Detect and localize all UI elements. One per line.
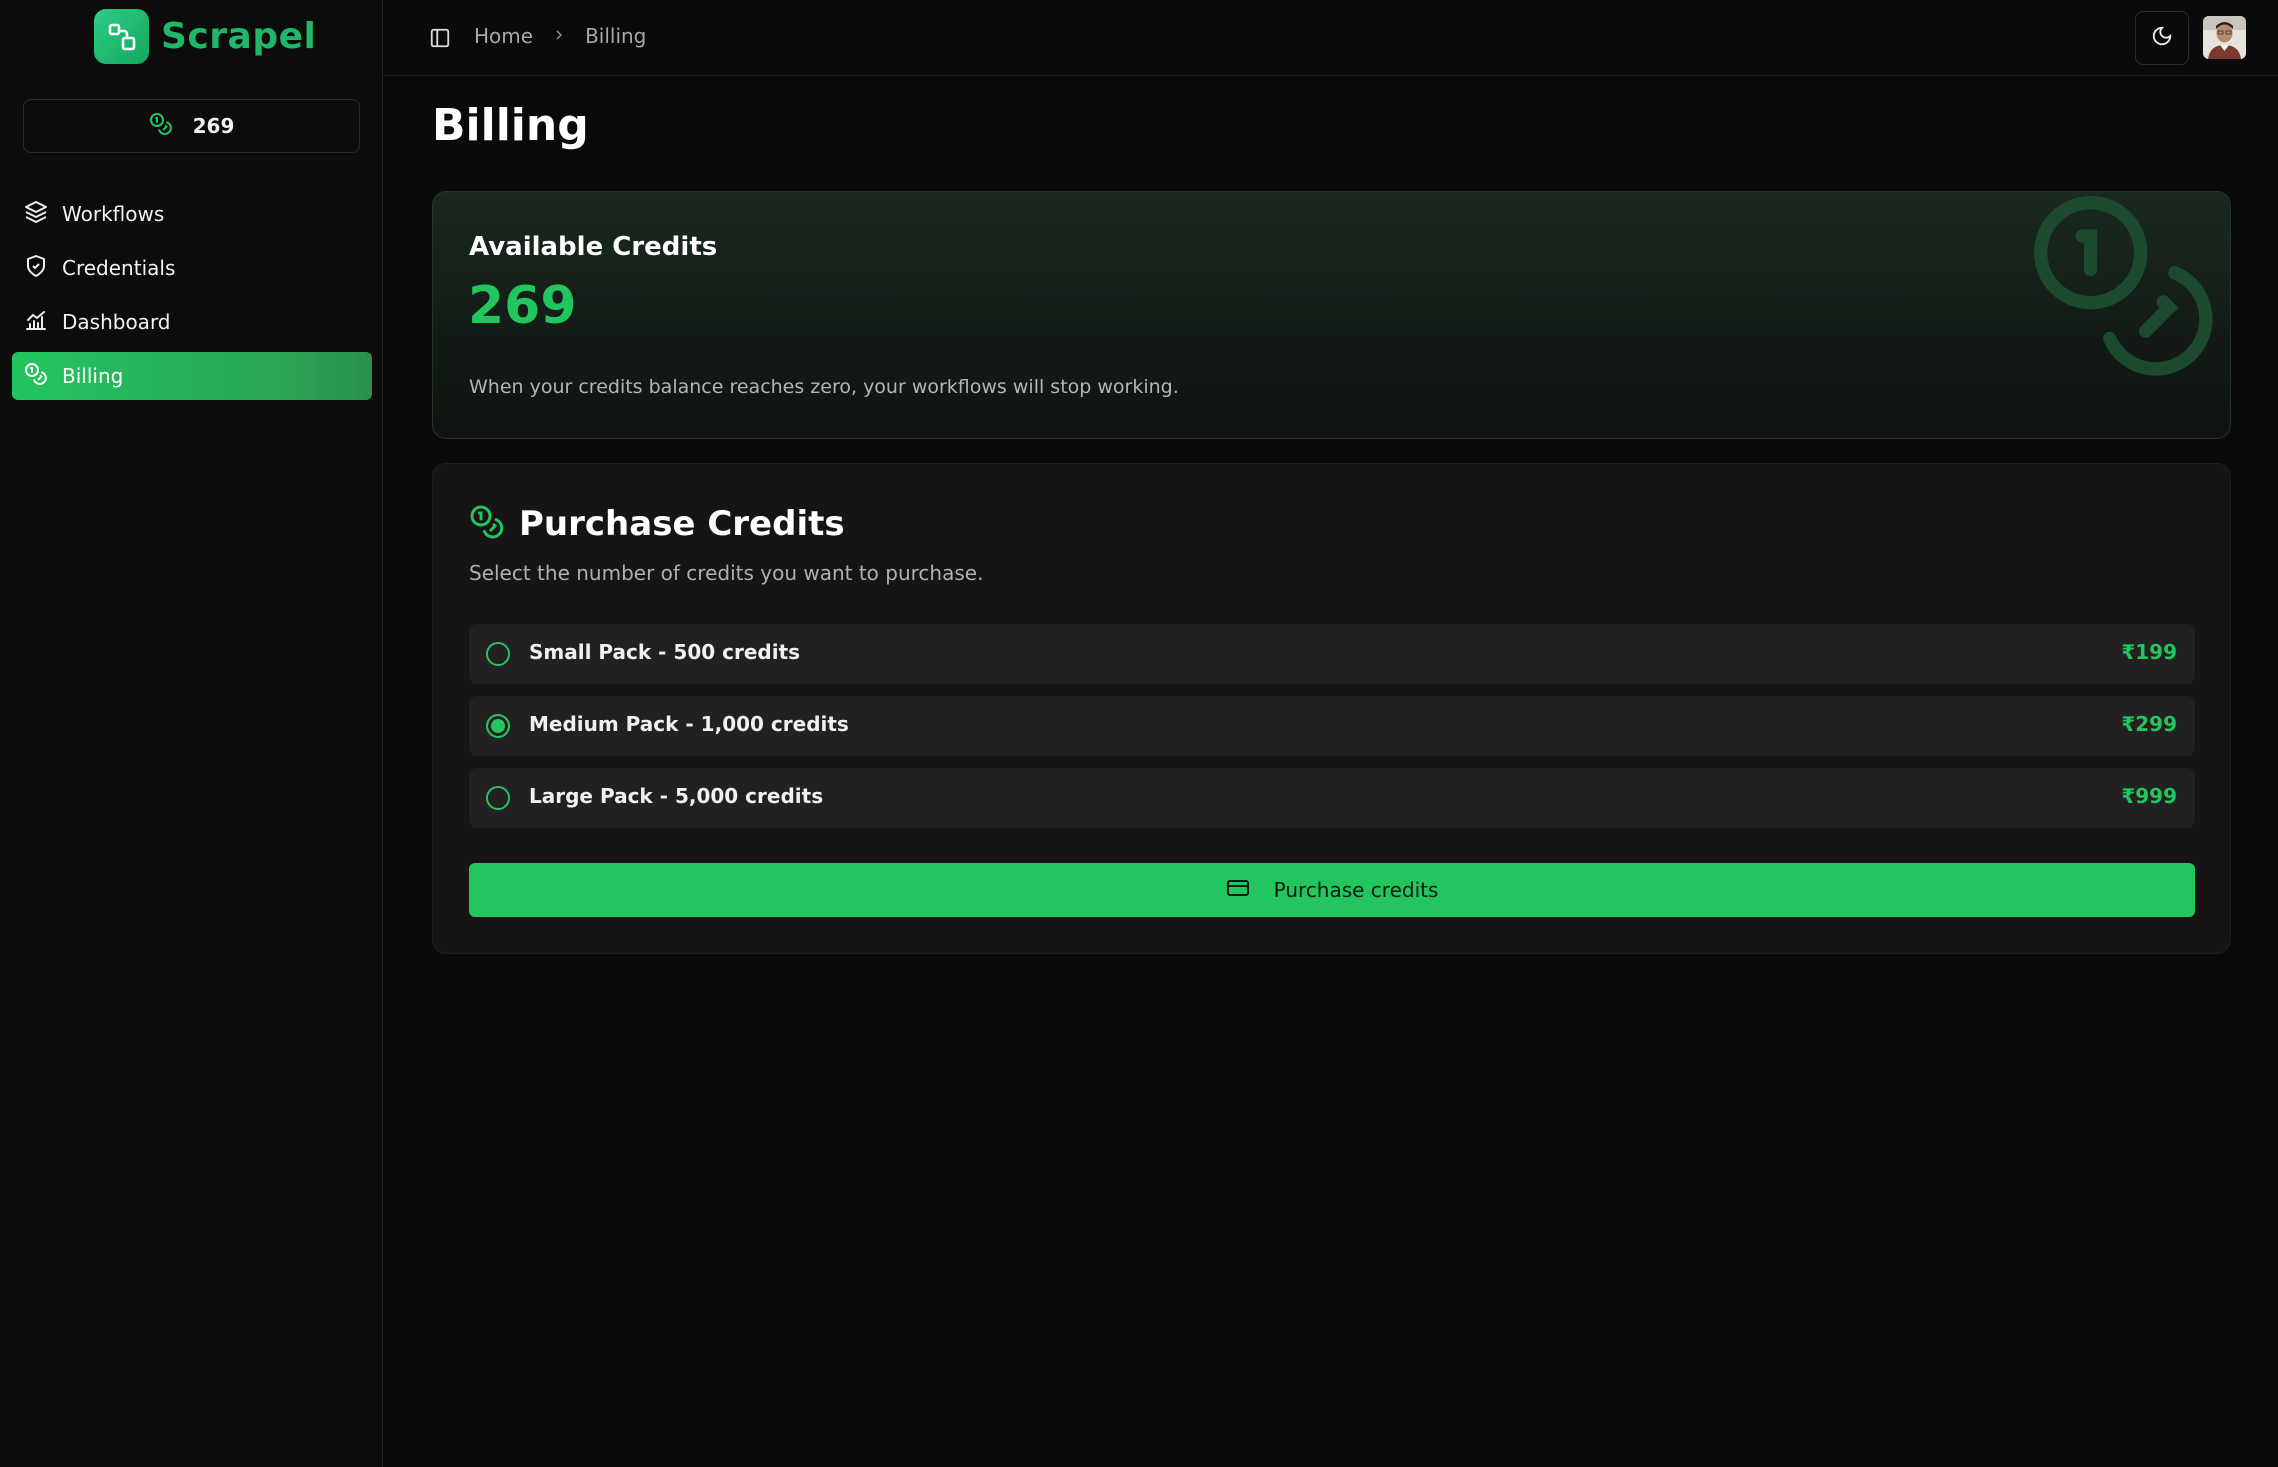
pack-options: Small Pack - 500 credits ₹199 Medium Pac… bbox=[469, 624, 2195, 840]
credit-card-icon bbox=[1226, 876, 1250, 905]
breadcrumb: Home Billing bbox=[474, 24, 646, 48]
available-credits-card: Available Credits 269 When your credits … bbox=[432, 191, 2231, 439]
pack-option-large[interactable]: Large Pack - 5,000 credits ₹999 bbox=[469, 768, 2195, 828]
breadcrumb-billing: Billing bbox=[585, 24, 647, 48]
available-credits-note: When your credits balance reaches zero, … bbox=[469, 376, 1179, 398]
topbar: Home Billing bbox=[383, 0, 2278, 76]
sidebar-item-credentials[interactable]: Credentials bbox=[12, 244, 372, 292]
available-credits-amount: 269 bbox=[468, 276, 577, 336]
chart-icon bbox=[24, 308, 48, 337]
chevron-right-icon bbox=[551, 24, 567, 48]
pack-label: Small Pack - 500 credits bbox=[529, 640, 801, 664]
sidebar-item-billing[interactable]: Billing bbox=[12, 352, 372, 400]
sidebar-item-dashboard[interactable]: Dashboard bbox=[12, 298, 372, 346]
sidebar-toggle-icon[interactable] bbox=[429, 27, 451, 53]
logo-icon bbox=[94, 9, 149, 64]
purchase-header: Purchase Credits bbox=[469, 504, 845, 544]
sidebar-item-label: Workflows bbox=[62, 202, 165, 226]
sidebar-item-label: Dashboard bbox=[62, 310, 171, 334]
page-title: Billing bbox=[432, 100, 589, 151]
radio-button[interactable] bbox=[486, 642, 510, 666]
pack-option-small[interactable]: Small Pack - 500 credits ₹199 bbox=[469, 624, 2195, 684]
sidebar-credits-count: 269 bbox=[192, 114, 235, 138]
coins-icon bbox=[149, 112, 173, 141]
purchase-credits-button[interactable]: Purchase credits bbox=[469, 863, 2195, 917]
pack-price: ₹999 bbox=[2121, 784, 2177, 808]
brand-name: Scrapel bbox=[161, 16, 317, 57]
purchase-button-label: Purchase credits bbox=[1273, 878, 1439, 902]
pack-price: ₹299 bbox=[2121, 712, 2177, 736]
coins-icon bbox=[24, 362, 48, 391]
radio-button-selected[interactable] bbox=[486, 714, 510, 738]
coins-icon bbox=[469, 504, 505, 544]
pack-option-medium[interactable]: Medium Pack - 1,000 credits ₹299 bbox=[469, 696, 2195, 756]
sidebar: Scrapel 269 Workflows Credentials Dashbo… bbox=[0, 0, 383, 1467]
breadcrumb-home[interactable]: Home bbox=[474, 24, 533, 48]
main-content: Home Billing Billing Available Credits 2… bbox=[383, 0, 2278, 1467]
purchase-title: Purchase Credits bbox=[519, 504, 845, 544]
sidebar-item-workflows[interactable]: Workflows bbox=[12, 190, 372, 238]
layers-icon bbox=[24, 200, 48, 229]
theme-toggle-button[interactable] bbox=[2135, 11, 2189, 65]
avatar[interactable] bbox=[2203, 16, 2246, 59]
sidebar-item-label: Billing bbox=[62, 364, 124, 388]
sidebar-item-label: Credentials bbox=[62, 256, 176, 280]
purchase-subtitle: Select the number of credits you want to… bbox=[469, 561, 984, 585]
logo[interactable]: Scrapel bbox=[94, 9, 316, 64]
coins-icon bbox=[2024, 192, 2224, 390]
shield-check-icon bbox=[24, 254, 48, 283]
sidebar-nav: Workflows Credentials Dashboard Billing bbox=[12, 190, 372, 406]
purchase-credits-card: Purchase Credits Select the number of cr… bbox=[432, 463, 2231, 954]
available-credits-label: Available Credits bbox=[469, 232, 718, 262]
sidebar-credits-badge[interactable]: 269 bbox=[23, 99, 360, 153]
pack-price: ₹199 bbox=[2121, 640, 2177, 664]
pack-label: Medium Pack - 1,000 credits bbox=[529, 712, 849, 736]
pack-label: Large Pack - 5,000 credits bbox=[529, 784, 824, 808]
moon-icon bbox=[2151, 25, 2173, 51]
radio-button[interactable] bbox=[486, 786, 510, 810]
